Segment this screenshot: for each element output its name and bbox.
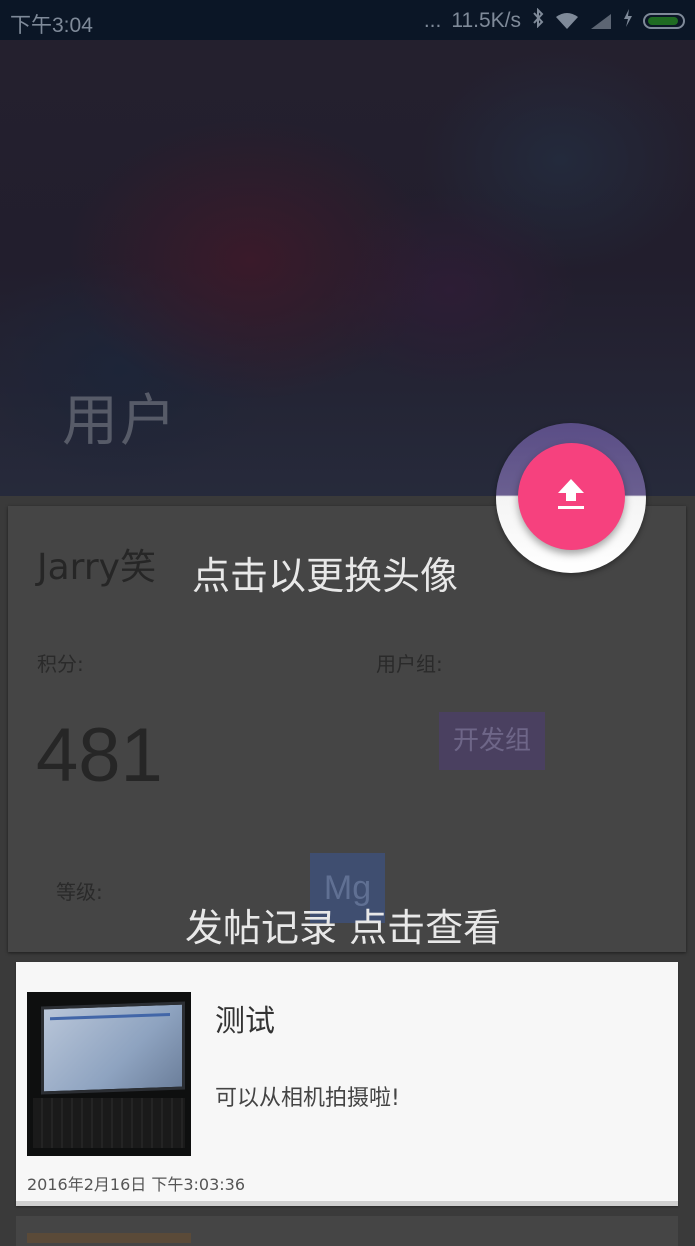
post-list-item[interactable]: 测试 可以从相机拍摄啦! 2016年2月16日 下午3:03:36 — [16, 962, 678, 1206]
status-time: 下午3:04 — [10, 14, 93, 37]
post-history-hint[interactable]: 发帖记录 点击查看 — [185, 897, 501, 952]
status-indicators: ... 11.5K/s — [423, 7, 685, 34]
divider — [16, 1201, 678, 1206]
post-date: 2016年2月16日 下午3:03:36 — [27, 1175, 246, 1194]
post-body: 可以从相机拍摄啦! — [215, 1086, 400, 1111]
bluetooth-icon — [531, 7, 545, 34]
level-label: 等级: — [56, 880, 103, 904]
post-thumbnail-next — [27, 1233, 191, 1243]
upload-avatar-button[interactable] — [518, 443, 625, 550]
points-value: 481 — [36, 713, 163, 798]
post-thumbnail — [27, 992, 191, 1156]
status-bar: 下午3:04 ... 11.5K/s — [0, 0, 695, 40]
change-avatar-hint: 点击以更换头像 — [192, 554, 459, 598]
wifi-icon — [555, 12, 579, 30]
username: Jarry笑 — [37, 547, 156, 588]
points-label: 积分: — [37, 652, 84, 676]
network-speed: 11.5K/s — [451, 9, 521, 32]
user-group-label: 用户组: — [376, 652, 443, 676]
header-title: 用户 — [62, 389, 178, 454]
battery-icon — [643, 13, 685, 29]
user-group-badge: 开发组 — [439, 712, 545, 770]
more-dots-icon: ... — [423, 9, 442, 32]
post-title: 测试 — [215, 1004, 275, 1039]
charging-icon — [623, 9, 633, 33]
signal-icon — [589, 12, 613, 30]
